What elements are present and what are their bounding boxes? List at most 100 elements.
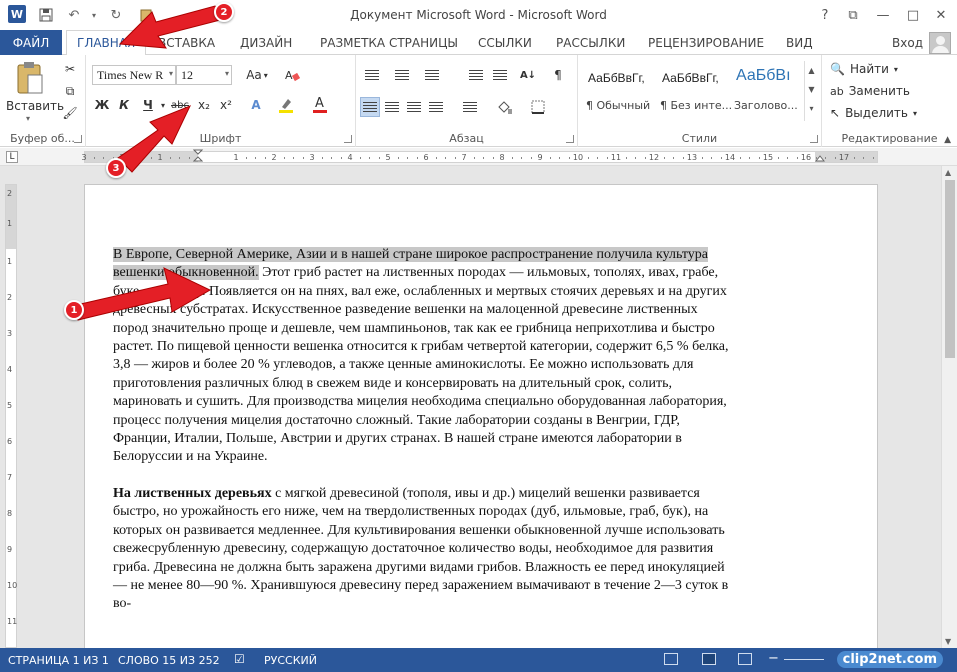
line-spacing-icon[interactable] xyxy=(460,97,480,117)
cut-icon[interactable]: ✂ xyxy=(60,59,80,79)
tab-design[interactable]: ДИЗАЙН xyxy=(230,30,302,55)
signin-link[interactable]: Вход xyxy=(892,36,923,50)
replace-button[interactable]: ab Заменить xyxy=(830,81,910,101)
select-label: Выделить xyxy=(845,106,908,120)
find-button[interactable]: 🔍 Найти ▾ xyxy=(830,59,898,79)
font-name-combo[interactable]: Times New R ▾ xyxy=(92,65,176,85)
tab-references[interactable]: ССЫЛКИ xyxy=(468,30,542,55)
ruler-row: L 3 2 1 1 2 3 4 5 6 7 8 9 10 11 12 13 14 15 16 17 xyxy=(0,148,957,166)
ruler-tick xyxy=(701,157,703,159)
language-indicator[interactable]: РУССКИЙ xyxy=(264,654,317,667)
page-count[interactable]: СТРАНИЦА 1 ИЗ 1 xyxy=(8,654,109,667)
subscript-button[interactable]: x₂ xyxy=(194,95,214,115)
svg-text:A: A xyxy=(285,69,293,82)
show-marks-button[interactable]: ¶ xyxy=(548,65,568,85)
proofing-icon[interactable]: ☑ xyxy=(234,652,245,666)
horizontal-ruler[interactable]: 3 2 1 1 2 3 4 5 6 7 8 9 10 11 12 13 14 15 16 17 xyxy=(81,149,878,164)
tab-review[interactable]: РЕЦЕНЗИРОВАНИЕ xyxy=(638,30,774,55)
strikethrough-button[interactable]: abc xyxy=(170,95,190,115)
underline-button[interactable]: Ч xyxy=(138,95,158,115)
ruler-tick xyxy=(169,157,171,159)
align-left-button[interactable] xyxy=(360,97,380,117)
web-layout-icon[interactable] xyxy=(738,653,752,665)
paste-button[interactable]: Вставить ▾ xyxy=(6,59,64,123)
collapse-ribbon-icon[interactable]: ▲ xyxy=(944,135,951,145)
style-no-spacing[interactable]: АаБбВвГг, ¶ Без инте... xyxy=(658,63,732,119)
scroll-thumb[interactable] xyxy=(945,180,955,358)
underline-dropdown-icon[interactable]: ▾ xyxy=(158,95,168,115)
vertical-scrollbar[interactable]: ▲ ▼ xyxy=(941,166,957,648)
paragraph-2-rest: с мягкой древесиной (тополя, ивы и др.) … xyxy=(113,485,729,612)
font-size-combo[interactable]: 12 ▾ xyxy=(176,65,232,85)
styles-dialog-launcher[interactable] xyxy=(810,135,818,143)
clipboard-dialog-launcher[interactable] xyxy=(74,135,82,143)
tab-home[interactable]: ГЛАВНАЯ xyxy=(66,30,147,56)
ruler-tick xyxy=(483,157,484,159)
select-button[interactable]: ↖ Выделить ▾ xyxy=(830,103,917,123)
highlight-color-icon[interactable] xyxy=(276,95,296,115)
ruler-tick xyxy=(131,157,133,159)
close-button[interactable]: ✕ xyxy=(928,4,954,26)
scroll-up-icon[interactable]: ▲ xyxy=(945,168,951,177)
avatar[interactable] xyxy=(929,31,951,54)
borders-icon[interactable] xyxy=(528,97,548,117)
justify-button[interactable] xyxy=(426,97,446,117)
style-heading1[interactable]: АаБбВı Заголово... xyxy=(732,63,802,119)
vertical-ruler[interactable]: 2112345678910111213 xyxy=(5,184,17,662)
bold-button[interactable]: Ж xyxy=(92,95,112,115)
bullets-icon[interactable] xyxy=(362,65,382,85)
ruler-number: 1 xyxy=(233,153,239,162)
print-layout-icon[interactable] xyxy=(702,653,716,665)
ruler-tick xyxy=(397,157,399,159)
zoom-out-icon[interactable]: − xyxy=(768,651,779,666)
font-name-value: Times New R xyxy=(97,68,164,82)
decrease-indent-icon[interactable] xyxy=(466,65,486,85)
align-center-button[interactable] xyxy=(382,97,402,117)
paragraph-2[interactable]: На лиственных деревьях с мягкой древесин… xyxy=(113,485,731,614)
style-normal-name: ¶ Обычный xyxy=(586,99,651,112)
multilevel-list-icon[interactable] xyxy=(422,65,442,85)
font-color-icon[interactable]: A xyxy=(310,95,330,115)
indent-marker-icon[interactable] xyxy=(192,149,204,163)
styles-group: АаБбВвГг, ¶ Обычный АаБбВвГг, ¶ Без инте… xyxy=(578,55,822,147)
help-button[interactable]: ? xyxy=(812,4,838,26)
tab-selector[interactable]: L xyxy=(6,151,18,163)
ruler-tick xyxy=(559,157,560,159)
increase-indent-icon[interactable] xyxy=(490,65,510,85)
superscript-button[interactable]: x² xyxy=(216,95,236,115)
numbering-icon[interactable] xyxy=(392,65,412,85)
font-dialog-launcher[interactable] xyxy=(344,135,352,143)
sort-icon[interactable]: A↓ xyxy=(518,65,538,85)
tab-file[interactable]: ФАЙЛ xyxy=(0,30,62,55)
maximize-button[interactable]: □ xyxy=(900,4,926,26)
zoom-slider[interactable] xyxy=(784,659,824,660)
ruler-number: 15 xyxy=(762,153,774,162)
shading-icon[interactable] xyxy=(494,97,514,117)
align-right-button[interactable] xyxy=(404,97,424,117)
ruler-tick xyxy=(188,157,190,159)
document-body[interactable]: В Европе, Северной Америке, Азии и в наш… xyxy=(113,246,731,632)
scroll-down-icon[interactable]: ▼ xyxy=(945,637,951,646)
read-mode-icon[interactable] xyxy=(664,653,678,665)
format-painter-icon[interactable]: 🖌 xyxy=(60,103,80,123)
ruler-tick xyxy=(473,157,475,159)
paragraph-dialog-launcher[interactable] xyxy=(566,135,574,143)
word-count[interactable]: СЛОВО 15 ИЗ 252 xyxy=(118,654,220,667)
style-normal[interactable]: АаБбВвГг, ¶ Обычный xyxy=(584,63,654,119)
styles-scroll[interactable]: ▲ ▼ ▾ xyxy=(804,61,818,121)
ribbon-display-button[interactable]: ⧉ xyxy=(840,4,866,26)
text-effects-icon[interactable]: A xyxy=(246,95,266,115)
tab-view[interactable]: ВИД xyxy=(776,30,823,55)
clear-format-icon[interactable]: A xyxy=(282,65,302,85)
grow-font-button[interactable]: Aa ▾ xyxy=(240,65,274,85)
tab-mailings[interactable]: РАССЫЛКИ xyxy=(546,30,635,55)
right-indent-marker-icon[interactable] xyxy=(814,154,826,164)
copy-icon[interactable]: ⧉ xyxy=(60,81,80,101)
account-area[interactable]: Вход xyxy=(892,30,951,55)
paragraph-1[interactable]: В Европе, Северной Америке, Азии и в наш… xyxy=(113,246,731,467)
tab-insert[interactable]: ВСТАВКА xyxy=(148,30,225,55)
italic-button[interactable]: К xyxy=(114,95,134,115)
tab-layout[interactable]: РАЗМЕТКА СТРАНИЦЫ xyxy=(310,30,468,55)
minimize-button[interactable]: — xyxy=(870,4,896,26)
vertical-ruler-number: 3 xyxy=(7,329,13,338)
